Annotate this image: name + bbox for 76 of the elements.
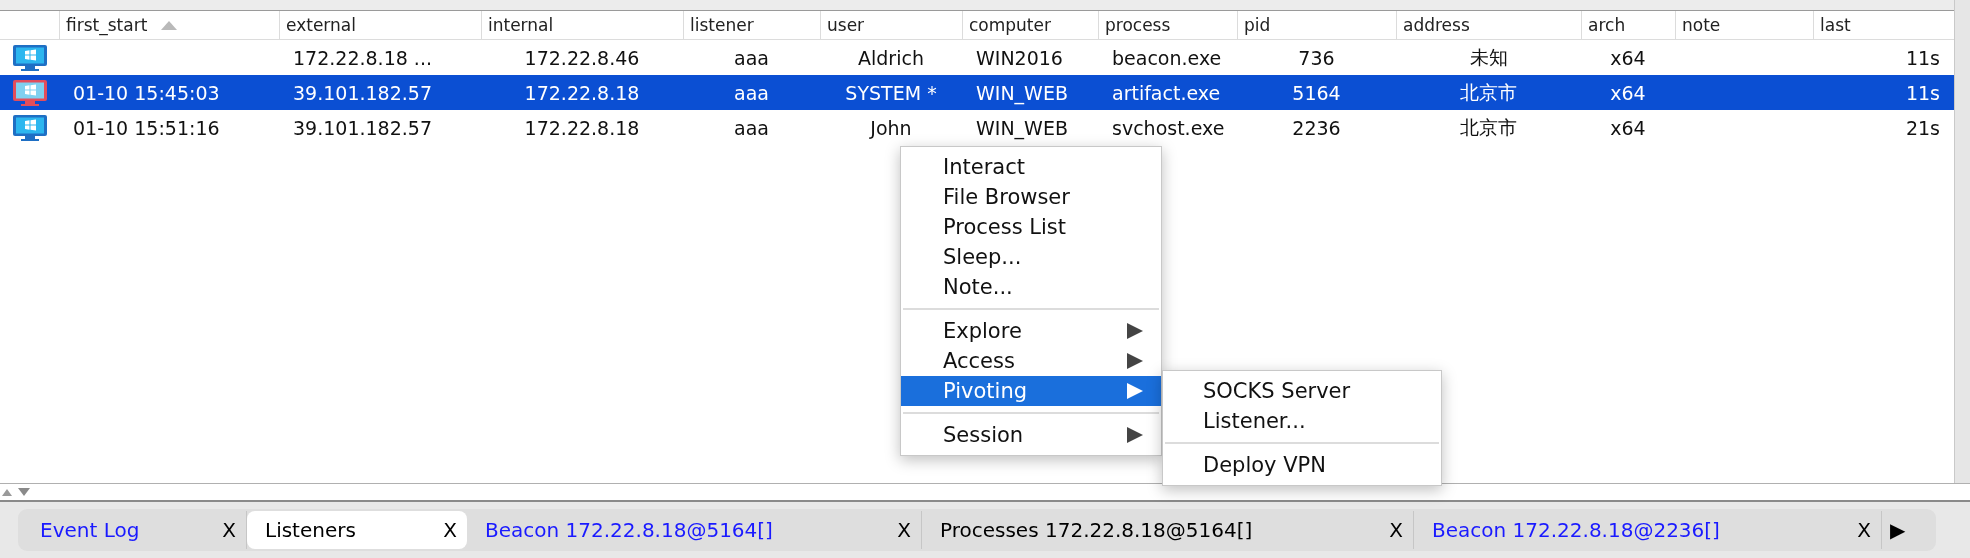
menu-item[interactable]: File Browser — [901, 182, 1161, 212]
tab-label[interactable]: Beacon 172.22.8.18@2236[] — [1432, 518, 1720, 542]
tab-close-button[interactable]: X — [1389, 518, 1403, 542]
column-header[interactable]: computer — [962, 11, 1098, 39]
table-cell: 未知 — [1469, 45, 1508, 68]
table-cell: 北京市 — [1460, 80, 1517, 103]
tab-label[interactable]: Processes 172.22.8.18@5164[] — [940, 518, 1253, 542]
column-header[interactable]: user — [820, 11, 962, 39]
table-cell: x64 — [1610, 46, 1646, 69]
tab-label[interactable]: Listeners — [265, 518, 356, 542]
column-header[interactable]: listener — [683, 11, 820, 39]
tab[interactable]: Processes 172.22.8.18@5164[] X — [922, 511, 1414, 549]
table-cell: svchost.exe — [1112, 116, 1225, 139]
tab[interactable]: Beacon 172.22.8.18@5164[] X — [467, 511, 922, 549]
tab-close-button[interactable]: X — [222, 518, 236, 542]
table-row[interactable]: 01-10 15:45:03 39.101.182.57 172.22.8.18 aaa SYSTEM * WIN_WEB artifact.exe 5164 北京市 x64 11s — [0, 75, 1954, 110]
table-cell: 736 — [1298, 46, 1335, 69]
menu-item[interactable]: Pivoting — [901, 376, 1161, 406]
table-cell: 172.22.8.18 ... — [293, 46, 432, 69]
table-cell: aaa — [734, 81, 769, 104]
table-cell: 11s — [1905, 81, 1940, 104]
table-cell: beacon.exe — [1112, 46, 1222, 69]
table-cell: 01-10 15:45:03 — [73, 81, 220, 104]
column-header[interactable]: internal — [481, 11, 683, 39]
tab[interactable]: Beacon 172.22.8.18@2236[] X — [1414, 511, 1882, 549]
menu-item[interactable]: Deploy VPN — [1163, 450, 1441, 480]
submenu-arrow-icon — [1127, 427, 1143, 443]
table-cell: John — [870, 116, 912, 139]
table-cell: x64 — [1610, 116, 1646, 139]
column-header[interactable]: external — [279, 11, 481, 39]
menu-item[interactable]: SOCKS Server — [1163, 376, 1441, 406]
table-cell: WIN_WEB — [976, 81, 1068, 104]
tab[interactable]: Listeners X — [247, 511, 467, 549]
table-cell: 172.22.8.18 — [524, 81, 640, 104]
table-row[interactable]: 172.22.8.18 ... 172.22.8.46 aaa Aldrich WIN2016 beacon.exe 736 未知 x64 11s — [0, 40, 1954, 75]
table-cell: Aldrich — [858, 46, 924, 69]
menu-item[interactable]: Sleep... — [901, 242, 1161, 272]
table-cell: 11s — [1905, 46, 1940, 69]
menu-item[interactable]: Note... — [901, 272, 1161, 302]
column-header[interactable]: pid — [1237, 11, 1396, 39]
collapse-up-icon[interactable] — [2, 488, 12, 496]
submenu-arrow-icon — [1127, 323, 1143, 339]
table-cell: 01-10 15:51:16 — [73, 116, 220, 139]
scrollbar[interactable] — [1954, 0, 1970, 483]
table-cell: x64 — [1610, 81, 1646, 104]
column-header[interactable]: first_start — [59, 11, 279, 39]
table-cell: WIN2016 — [976, 46, 1063, 69]
table-cell: 172.22.8.18 — [524, 116, 640, 139]
table-cell: aaa — [734, 116, 769, 139]
column-header[interactable]: address — [1396, 11, 1581, 39]
table-cell: WIN_WEB — [976, 116, 1068, 139]
tab-close-button[interactable]: X — [897, 518, 911, 542]
table-cell: 172.22.8.46 — [524, 46, 640, 69]
table-cell: aaa — [734, 46, 769, 69]
table-row[interactable]: 01-10 15:51:16 39.101.182.57 172.22.8.18 aaa John WIN_WEB svchost.exe 2236 北京市 x64 21s — [0, 110, 1954, 145]
tab-close-button[interactable]: X — [443, 518, 457, 542]
column-header[interactable]: note — [1675, 11, 1813, 39]
tab-label[interactable]: Beacon 172.22.8.18@5164[] — [485, 518, 773, 542]
tab-close-button[interactable]: X — [1857, 518, 1871, 542]
menu-item[interactable]: Explore — [901, 316, 1161, 346]
table-cell: 2236 — [1292, 116, 1341, 139]
table-cell: artifact.exe — [1112, 81, 1221, 104]
table-cell: 39.101.182.57 — [293, 116, 432, 139]
menu-item[interactable]: Session — [901, 420, 1161, 450]
table-cell: SYSTEM * — [845, 81, 937, 104]
table-cell: 39.101.182.57 — [293, 81, 432, 104]
column-header[interactable]: arch — [1581, 11, 1675, 39]
menu-item[interactable]: Listener... — [1163, 406, 1441, 436]
table-cell: 21s — [1905, 116, 1940, 139]
table-cell: 5164 — [1292, 81, 1341, 104]
tab-label[interactable]: Event Log — [40, 518, 140, 542]
menu-item[interactable]: Process List — [901, 212, 1161, 242]
menu-item[interactable]: Interact — [901, 152, 1161, 182]
column-header[interactable]: process — [1098, 11, 1237, 39]
table-cell: 北京市 — [1460, 115, 1517, 138]
tab-overflow-button[interactable]: ▶ — [1890, 518, 1906, 542]
